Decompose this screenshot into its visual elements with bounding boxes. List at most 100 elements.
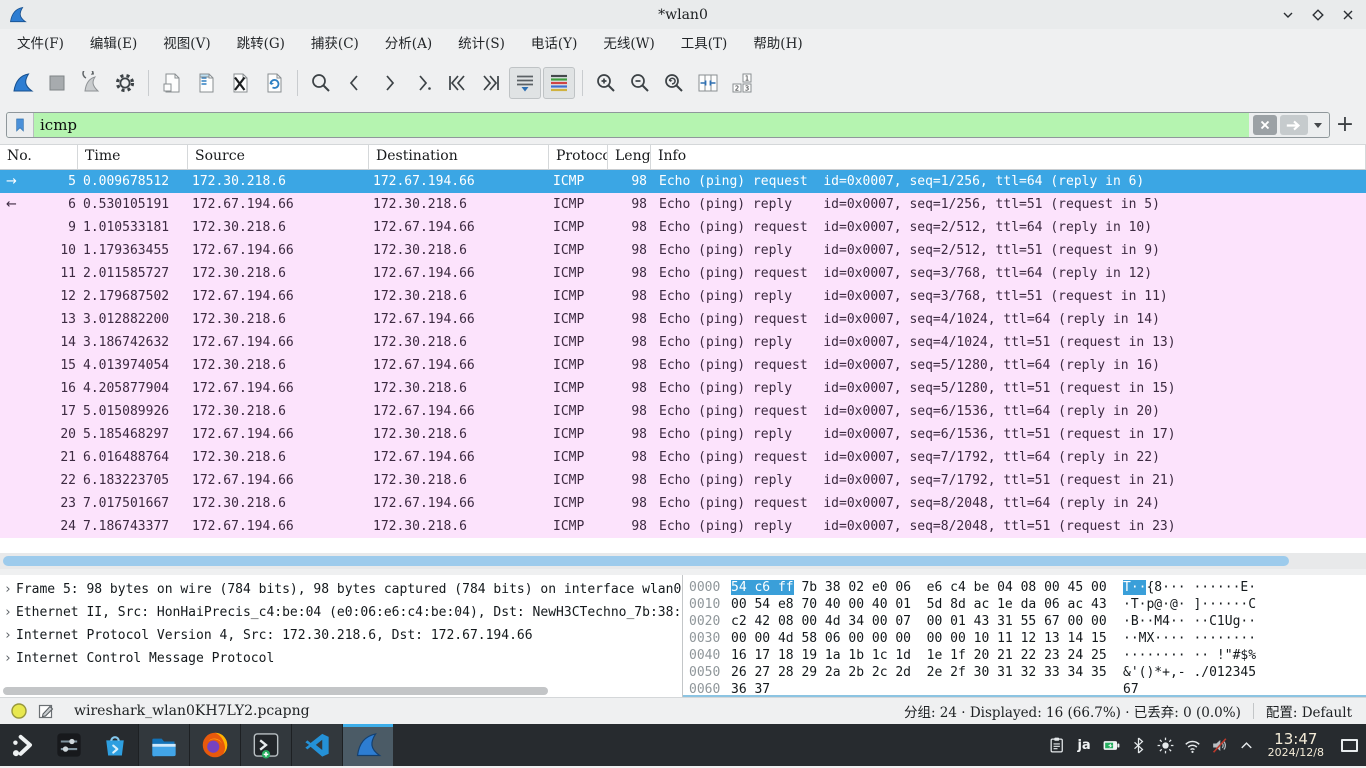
tray-expand-icon[interactable]	[1233, 724, 1260, 766]
maximize-button[interactable]	[1310, 7, 1326, 23]
reload-file-icon[interactable]	[258, 67, 290, 99]
menu-c[interactable]: 捕获(C)	[298, 29, 372, 59]
zoom-in-icon[interactable]	[590, 67, 622, 99]
column-header-time[interactable]: Time	[78, 145, 188, 169]
column-header-info[interactable]: Info	[651, 145, 1366, 169]
taskbar-file-manager-icon[interactable]	[138, 724, 189, 766]
battery-icon[interactable]	[1098, 724, 1125, 766]
discover-icon[interactable]	[92, 724, 138, 766]
menu-w[interactable]: 无线(W)	[590, 29, 667, 59]
detail-line-1[interactable]: ›Ethernet II, Src: HonHaiPrecis_c4:be:04…	[0, 601, 682, 624]
first-packet-icon[interactable]	[441, 67, 473, 99]
column-header-protocol[interactable]: Protocol	[549, 145, 608, 169]
hex-row-0030[interactable]: 003000 00 4d 58 06 00 00 00 00 00 10 11 …	[689, 630, 1366, 647]
clock[interactable]: 13:472024/12/8	[1268, 731, 1324, 760]
column-header-no[interactable]: No.	[0, 145, 78, 169]
resize-columns-icon[interactable]	[692, 67, 724, 99]
expand-chevron-icon[interactable]: ›	[0, 578, 16, 601]
menu-y[interactable]: 电话(Y)	[518, 29, 590, 59]
packet-row-15[interactable]: 154.013974054172.30.218.6172.67.194.66IC…	[0, 354, 1366, 377]
taskbar-terminal-icon[interactable]	[240, 724, 291, 766]
column-header-source[interactable]: Source	[188, 145, 369, 169]
packet-row-14[interactable]: 143.186742632172.67.194.66172.30.218.6IC…	[0, 331, 1366, 354]
packet-row-17[interactable]: 175.015089926172.30.218.6172.67.194.66IC…	[0, 400, 1366, 423]
details-hscrollbar[interactable]	[0, 684, 682, 697]
clipboard-icon[interactable]	[1044, 724, 1071, 766]
filter-dropdown-caret-icon[interactable]	[1314, 123, 1322, 128]
capture-options-icon[interactable]	[109, 67, 141, 99]
details-hscrollbar-thumb[interactable]	[3, 687, 548, 695]
display-filter-input[interactable]: icmp	[6, 112, 1330, 138]
go-back-icon[interactable]	[339, 67, 371, 99]
menu-h[interactable]: 帮助(H)	[740, 29, 815, 59]
menu-a[interactable]: 分析(A)	[372, 29, 445, 59]
zoom-reset-icon[interactable]	[658, 67, 690, 99]
auto-layout-icon[interactable]: 123	[726, 67, 758, 99]
hex-row-0000[interactable]: 000054 c6 ff 7b 38 02 e0 06 e6 c4 be 04 …	[689, 579, 1366, 596]
menu-t[interactable]: 工具(T)	[668, 29, 741, 59]
expert-info-icon[interactable]	[10, 702, 28, 720]
packet-row-22[interactable]: 226.183223705172.67.194.66172.30.218.6IC…	[0, 469, 1366, 492]
packet-row-20[interactable]: 205.185468297172.67.194.66172.30.218.6IC…	[0, 423, 1366, 446]
find-packet-icon[interactable]	[305, 67, 337, 99]
wifi-icon[interactable]	[1179, 724, 1206, 766]
packet-row-13[interactable]: 133.012882200172.30.218.6172.67.194.66IC…	[0, 308, 1366, 331]
expand-chevron-icon[interactable]: ›	[0, 624, 16, 647]
goto-packet-icon[interactable]	[407, 67, 439, 99]
open-file-icon[interactable]	[156, 67, 188, 99]
save-file-icon[interactable]	[190, 67, 222, 99]
packet-row-11[interactable]: 112.011585727172.30.218.6172.67.194.66IC…	[0, 262, 1366, 285]
show-desktop-button[interactable]	[1332, 724, 1366, 766]
taskbar-vscode-icon[interactable]	[291, 724, 342, 766]
filter-bookmark-icon[interactable]	[7, 113, 34, 137]
packet-row-24[interactable]: 247.186743377172.67.194.66172.30.218.6IC…	[0, 515, 1366, 538]
expand-chevron-icon[interactable]: ›	[0, 647, 16, 670]
app-launcher-icon[interactable]	[0, 724, 46, 766]
start-capture-icon[interactable]	[7, 67, 39, 99]
hscrollbar-thumb[interactable]	[3, 556, 1289, 566]
packet-row-9[interactable]: 91.010533181172.30.218.6172.67.194.66ICM…	[0, 216, 1366, 239]
stop-capture-icon[interactable]	[41, 67, 73, 99]
hex-row-0060[interactable]: 006036 3767	[689, 681, 1366, 697]
column-header-destination[interactable]: Destination	[369, 145, 549, 169]
bluetooth-icon[interactable]	[1125, 724, 1152, 766]
zoom-out-icon[interactable]	[624, 67, 656, 99]
menu-f[interactable]: 文件(F)	[4, 29, 77, 59]
column-header-lengtl[interactable]: Lengtl	[608, 145, 651, 169]
capture-comment-icon[interactable]	[37, 702, 55, 720]
packet-row-21[interactable]: 216.016488764172.30.218.6172.67.194.66IC…	[0, 446, 1366, 469]
packet-list-hscrollbar[interactable]	[0, 553, 1366, 569]
filter-text[interactable]: icmp	[34, 113, 1249, 137]
profile-label[interactable]: 配置: Default	[1266, 701, 1352, 721]
minimize-button[interactable]	[1280, 7, 1296, 23]
hex-row-0020[interactable]: 0020c2 42 08 00 4d 34 00 07 00 01 43 31 …	[689, 613, 1366, 630]
menu-s[interactable]: 统计(S)	[445, 29, 518, 59]
menu-g[interactable]: 跳转(G)	[224, 29, 298, 59]
menu-e[interactable]: 编辑(E)	[77, 29, 150, 59]
restart-capture-icon[interactable]	[75, 67, 107, 99]
packet-row-10[interactable]: 101.179363455172.67.194.66172.30.218.6IC…	[0, 239, 1366, 262]
filter-clear-icon[interactable]	[1253, 115, 1277, 135]
expand-chevron-icon[interactable]: ›	[0, 601, 16, 624]
packet-row-5[interactable]: →50.009678512172.30.218.6172.67.194.66IC…	[0, 170, 1366, 193]
menu-v[interactable]: 视图(V)	[150, 29, 223, 59]
hex-row-0050[interactable]: 005026 27 28 29 2a 2b 2c 2d 2e 2f 30 31 …	[689, 664, 1366, 681]
detail-line-0[interactable]: ›Frame 5: 98 bytes on wire (784 bits), 9…	[0, 578, 682, 601]
colorize-icon[interactable]	[543, 67, 575, 99]
filter-add-button[interactable]: +	[1330, 112, 1360, 138]
detail-line-2[interactable]: ›Internet Protocol Version 4, Src: 172.3…	[0, 624, 682, 647]
packet-row-23[interactable]: 237.017501667172.30.218.6172.67.194.66IC…	[0, 492, 1366, 515]
auto-scroll-icon[interactable]	[509, 67, 541, 99]
go-forward-icon[interactable]	[373, 67, 405, 99]
packet-row-12[interactable]: 122.179687502172.67.194.66172.30.218.6IC…	[0, 285, 1366, 308]
system-settings-icon[interactable]	[46, 724, 92, 766]
close-file-icon[interactable]	[224, 67, 256, 99]
last-packet-icon[interactable]	[475, 67, 507, 99]
ime-badge[interactable]: ja	[1071, 738, 1098, 753]
filter-apply-icon[interactable]	[1280, 115, 1308, 135]
hex-row-0040[interactable]: 004016 17 18 19 1a 1b 1c 1d 1e 1f 20 21 …	[689, 647, 1366, 664]
close-button[interactable]	[1340, 7, 1356, 23]
hex-row-0010[interactable]: 001000 54 e8 70 40 00 40 01 5d 8d ac 1e …	[689, 596, 1366, 613]
taskbar-firefox-icon[interactable]	[189, 724, 240, 766]
volume-muted-icon[interactable]	[1206, 724, 1233, 766]
